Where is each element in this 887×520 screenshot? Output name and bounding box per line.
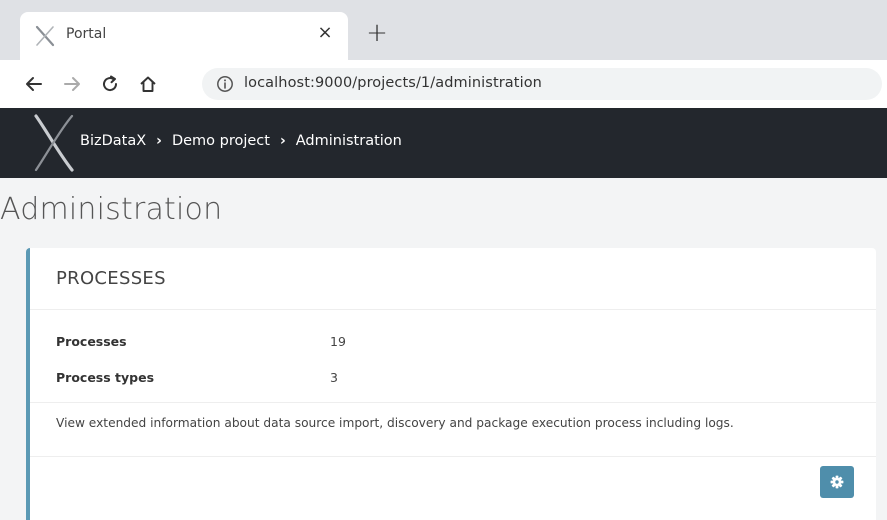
bizdatax-logo-icon[interactable]: [28, 112, 78, 174]
stat-value: 3: [330, 370, 338, 385]
stat-value: 19: [330, 334, 346, 349]
reload-button[interactable]: [96, 70, 124, 98]
processes-card: PROCESSES Processes 19 Process types 3 V…: [26, 248, 876, 520]
info-icon[interactable]: [216, 75, 234, 93]
address-bar[interactable]: localhost:9000/projects/1/administration: [202, 68, 882, 100]
divider: [30, 402, 876, 403]
breadcrumb-demo-project[interactable]: Demo project: [172, 133, 270, 149]
browser-toolbar: localhost:9000/projects/1/administration: [0, 60, 887, 109]
new-tab-icon[interactable]: +: [364, 20, 390, 46]
process-settings-button[interactable]: [820, 466, 854, 498]
gear-icon: [830, 475, 844, 489]
url-text[interactable]: localhost:9000/projects/1/administration: [244, 75, 542, 91]
forward-button[interactable]: [58, 70, 86, 98]
browser-tab[interactable]: Portal ×: [20, 12, 348, 60]
back-button[interactable]: [20, 70, 48, 98]
card-description: View extended information about data sou…: [56, 416, 734, 430]
breadcrumb-separator-icon: ›: [156, 133, 162, 149]
bizdatax-favicon-icon: [35, 25, 55, 47]
page-title: Administration: [0, 192, 223, 227]
breadcrumb-bizdatax[interactable]: BizDataX: [80, 133, 146, 149]
home-icon: [140, 76, 156, 92]
tab-title: Portal: [66, 26, 107, 42]
reload-icon: [103, 75, 118, 92]
stat-label: Processes: [56, 334, 127, 349]
home-button[interactable]: [134, 70, 162, 98]
breadcrumb-separator-icon: ›: [279, 133, 286, 149]
app-header: BizDataX › Demo project › Administration: [0, 108, 887, 178]
breadcrumb-administration: Administration: [295, 133, 402, 149]
card-header: PROCESSES: [30, 248, 876, 310]
browser-tab-strip: Portal × +: [0, 0, 887, 60]
breadcrumb: BizDataX › Demo project › Administration: [80, 133, 402, 149]
forward-arrow-icon: [64, 77, 80, 91]
tab-close-icon[interactable]: ×: [314, 22, 336, 44]
stat-label: Process types: [56, 370, 155, 385]
card-title: PROCESSES: [56, 268, 166, 289]
back-arrow-icon: [26, 77, 42, 91]
divider: [30, 456, 876, 457]
